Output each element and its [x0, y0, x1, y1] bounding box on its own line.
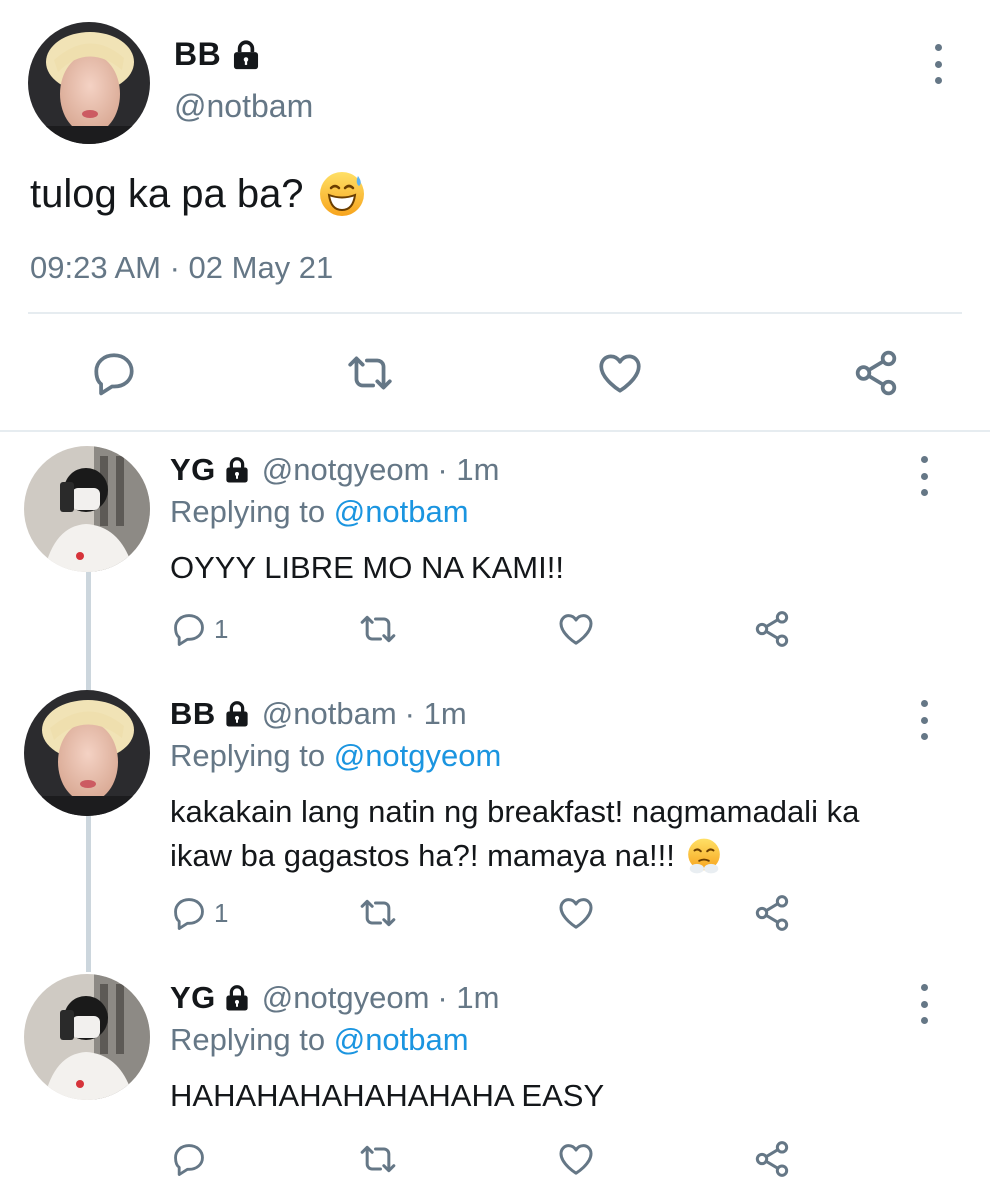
replying-to: Replying to @notgyeom [170, 738, 501, 774]
username[interactable]: @notgyeom [262, 980, 430, 1016]
avatar[interactable] [24, 690, 150, 816]
more-vertical-icon[interactable] [928, 44, 948, 84]
relative-time[interactable]: · 1m [437, 980, 499, 1016]
avatar[interactable] [24, 974, 150, 1100]
relative-time[interactable]: · 1m [405, 696, 467, 732]
lock-icon [222, 983, 252, 1013]
like-button[interactable] [556, 604, 596, 654]
reply-header: BB @notbam · 1m [170, 696, 467, 732]
reply-button[interactable]: 1 [170, 888, 228, 938]
grinning-face-with-sweat-emoji [319, 172, 364, 216]
like-icon [556, 1139, 596, 1179]
retweet-icon [358, 1139, 398, 1179]
like-icon [556, 609, 596, 649]
share-button[interactable] [752, 888, 792, 938]
reply-actions: 1 [0, 888, 990, 938]
reply-button[interactable] [170, 1134, 214, 1184]
replying-label: Replying to [170, 494, 326, 529]
reply-actions: 1 [0, 604, 990, 654]
tweet-text: OYYY LIBRE MO NA KAMI!! [170, 550, 564, 585]
divider [0, 430, 990, 432]
like-icon [595, 348, 645, 398]
display-name[interactable]: BB [174, 36, 221, 73]
display-name[interactable]: BB [170, 696, 216, 732]
username[interactable]: @notgyeom [262, 452, 430, 488]
tweet-text-content: tulog ka pa ba? [30, 171, 304, 216]
share-button[interactable] [752, 1134, 792, 1184]
retweet-icon [358, 609, 398, 649]
divider [28, 312, 962, 314]
more-vertical-icon[interactable] [914, 700, 934, 740]
display-name[interactable]: YG [170, 452, 216, 488]
retweet-icon [345, 348, 395, 398]
reply-count: 1 [214, 613, 229, 644]
replying-to: Replying to @notbam [170, 1022, 469, 1058]
lock-icon [229, 38, 263, 72]
retweet-button[interactable] [358, 1134, 398, 1184]
share-icon [851, 348, 901, 398]
replying-label: Replying to [170, 738, 326, 773]
username[interactable]: @notbam [174, 88, 313, 125]
face-with-steam-from-nose-emoji [688, 838, 720, 874]
mention-link[interactable]: @notbam [334, 1022, 469, 1057]
avatar[interactable] [28, 22, 150, 144]
tweet-text-content: ikaw ba gagastos ha?! mamaya na!!! [170, 838, 675, 873]
relative-time[interactable]: · 1m [437, 452, 499, 488]
share-button[interactable] [846, 340, 906, 406]
retweet-icon [358, 893, 398, 933]
more-vertical-icon[interactable] [914, 984, 934, 1024]
replying-label: Replying to [170, 1022, 326, 1057]
lock-icon [222, 699, 252, 729]
author-row: BB [174, 36, 263, 73]
reply-icon [170, 610, 208, 648]
share-button[interactable] [752, 604, 792, 654]
retweet-button[interactable] [340, 340, 400, 406]
reply-count: 1 [214, 897, 229, 928]
share-icon [752, 609, 792, 649]
reply-header: YG @notgyeom · 1m [170, 980, 499, 1016]
reply-icon [170, 894, 208, 932]
mention-link[interactable]: @notgyeom [334, 738, 502, 773]
tweet-actions [0, 340, 990, 406]
more-vertical-icon[interactable] [914, 456, 934, 496]
tweet-text: tulog ka pa ba? [30, 170, 366, 218]
mention-link[interactable]: @notbam [334, 494, 469, 529]
replying-to: Replying to @notbam [170, 494, 469, 530]
reply-icon [170, 1140, 208, 1178]
reply-icon [89, 348, 139, 398]
tweet-text-line: ikaw ba gagastos ha?! mamaya na!!! [170, 834, 950, 878]
tweet-text: HAHAHAHAHAHAHAHA EASY [170, 1078, 605, 1113]
reply-header: YG @notgyeom · 1m [170, 452, 499, 488]
avatar[interactable] [24, 446, 150, 572]
timestamp[interactable]: 09:23 AM · 02 May 21 [30, 250, 333, 286]
retweet-button[interactable] [358, 888, 398, 938]
reply-button[interactable]: 1 [170, 604, 228, 654]
username[interactable]: @notbam [262, 696, 397, 732]
like-button[interactable] [590, 340, 650, 406]
tweet-text: kakakain lang natin ng breakfast! nagmam… [170, 790, 950, 878]
retweet-button[interactable] [358, 604, 398, 654]
share-icon [752, 893, 792, 933]
reply-actions [0, 1134, 990, 1184]
lock-icon [222, 455, 252, 485]
like-icon [556, 893, 596, 933]
share-icon [752, 1139, 792, 1179]
reply-button[interactable] [84, 340, 144, 406]
like-button[interactable] [556, 888, 596, 938]
like-button[interactable] [556, 1134, 596, 1184]
tweet-text-line: kakakain lang natin ng breakfast! nagmam… [170, 794, 860, 829]
display-name[interactable]: YG [170, 980, 216, 1016]
